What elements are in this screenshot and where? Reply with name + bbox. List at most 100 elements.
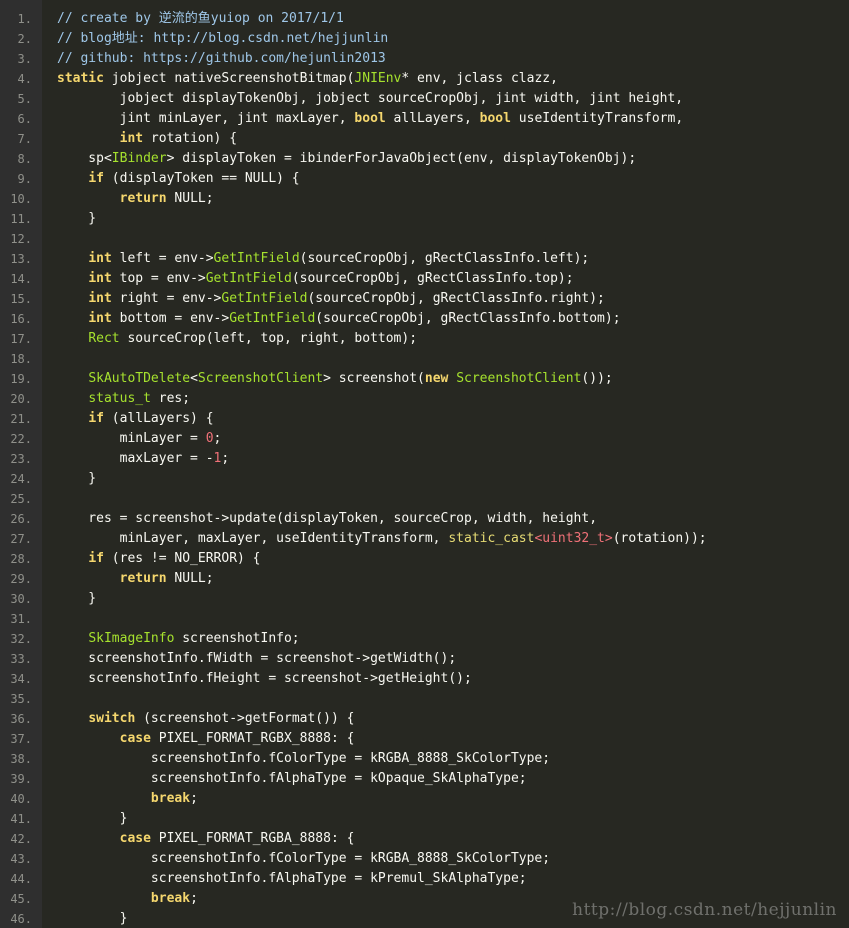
- code-token: ScreenshotClient: [197, 371, 324, 386]
- code-line: 15. int right = env->GetIntField(sourceC…: [0, 289, 849, 309]
- code-line: 1. // create by 逆流的鱼yuiop on 2017/1/1: [0, 9, 849, 29]
- code-token: NULL;: [166, 191, 214, 206]
- code-text: maxLayer = -1;: [57, 449, 230, 469]
- code-token: (sourceCropObj, gRectClassInfo.right);: [307, 291, 605, 306]
- code-token: minLayer, maxLayer, useIdentityTransform…: [57, 531, 449, 546]
- line-number: 44.: [10, 872, 32, 886]
- code-token: JNIEnv: [354, 71, 402, 86]
- line-number: 28.: [10, 552, 32, 566]
- code-line: 36. switch (screenshot->getFormat()) {: [0, 709, 849, 729]
- code-token: static: [57, 71, 104, 86]
- code-text: if (res != NO_ERROR) {: [57, 549, 260, 569]
- code-line: 24. }: [0, 469, 849, 489]
- code-token: case: [119, 831, 151, 846]
- code-text: minLayer, maxLayer, useIdentityTransform…: [57, 529, 707, 549]
- code-token: top = env->: [111, 271, 206, 286]
- code-token: bottom = env->: [111, 311, 230, 326]
- code-token: // blog地址: http://blog.csdn.net/hejjunli…: [57, 31, 389, 46]
- line-number: 27.: [10, 532, 32, 546]
- line-number: 40.: [10, 792, 32, 806]
- code-token: (screenshot->getFormat()) {: [135, 711, 355, 726]
- code-line: 26. res = screenshot->update(displayToke…: [0, 509, 849, 529]
- line-number: 34.: [10, 672, 32, 686]
- code-token: int: [119, 131, 144, 146]
- code-text: int top = env->GetIntField(sourceCropObj…: [57, 269, 574, 289]
- code-text: }: [57, 589, 96, 609]
- code-text: SkImageInfo screenshotInfo;: [57, 629, 299, 649]
- code-line: 32. SkImageInfo screenshotInfo;: [0, 629, 849, 649]
- code-token: screenshotInfo.fWidth = screenshot->getW…: [57, 651, 457, 666]
- code-text: screenshotInfo.fColorType = kRGBA_8888_S…: [57, 749, 550, 769]
- line-number: 16.: [10, 312, 32, 326]
- code-token: 0: [205, 431, 214, 446]
- line-number: 29.: [10, 572, 32, 586]
- code-line: 30. }: [0, 589, 849, 609]
- code-token: }: [57, 591, 97, 606]
- line-number: 39.: [10, 772, 32, 786]
- code-token: jint minLayer, jint maxLayer,: [57, 111, 355, 126]
- code-token: status_t: [88, 391, 151, 406]
- code-token: ;: [221, 451, 230, 466]
- code-token: int: [88, 291, 112, 306]
- code-line: 29. return NULL;: [0, 569, 849, 589]
- line-number: 31.: [10, 612, 32, 626]
- code-line: 10. return NULL;: [0, 189, 849, 209]
- line-number: 35.: [10, 692, 32, 706]
- code-token: PIXEL_FORMAT_RGBX_8888: {: [150, 731, 355, 746]
- code-token: > screenshot(: [323, 371, 425, 386]
- code-text: screenshotInfo.fAlphaType = kPremul_SkAl…: [57, 869, 527, 889]
- code-text: status_t res;: [57, 389, 190, 409]
- code-text: if (allLayers) {: [57, 409, 213, 429]
- code-line: 21. if (allLayers) {: [0, 409, 849, 429]
- line-number: 8.: [17, 152, 32, 166]
- code-line: 44. screenshotInfo.fAlphaType = kPremul_…: [0, 869, 849, 889]
- code-token: // create by 逆流的鱼yuiop on 2017/1/1: [57, 11, 344, 26]
- code-text: // blog地址: http://blog.csdn.net/hejjunli…: [57, 29, 388, 49]
- code-token: int: [88, 311, 112, 326]
- line-number: 43.: [10, 852, 32, 866]
- line-number: 12.: [10, 232, 32, 246]
- line-number: 5.: [17, 92, 32, 106]
- code-token: screenshotInfo.fColorType = kRGBA_8888_S…: [57, 751, 551, 766]
- code-text: // create by 逆流的鱼yuiop on 2017/1/1: [57, 9, 344, 29]
- code-token: int: [88, 271, 112, 286]
- code-token: GetIntField: [221, 291, 308, 306]
- code-line: 39. screenshotInfo.fAlphaType = kOpaque_…: [0, 769, 849, 789]
- code-line: 42. case PIXEL_FORMAT_RGBA_8888: {: [0, 829, 849, 849]
- code-line: 4. static jobject nativeScreenshotBitmap(…: [0, 69, 849, 89]
- code-token: PIXEL_FORMAT_RGBA_8888: {: [150, 831, 355, 846]
- code-text: Rect sourceCrop(left, top, right, bottom…: [57, 329, 417, 349]
- code-token: Rect: [88, 331, 120, 346]
- line-number: 13.: [10, 252, 32, 266]
- code-token: * env, jclass clazz,: [401, 71, 558, 86]
- code-token: GetIntField: [205, 271, 292, 286]
- code-text: int rotation) {: [57, 129, 237, 149]
- code-line: 43. screenshotInfo.fColorType = kRGBA_88…: [0, 849, 849, 869]
- line-number: 18.: [10, 352, 32, 366]
- code-token: (sourceCropObj, gRectClassInfo.top);: [291, 271, 574, 286]
- code-token: case: [119, 731, 151, 746]
- code-line: 20. status_t res;: [0, 389, 849, 409]
- code-token: bool: [354, 111, 386, 126]
- line-number: 46.: [10, 912, 32, 926]
- code-line: 28. if (res != NO_ERROR) {: [0, 549, 849, 569]
- watermark: http://blog.csdn.net/hejjunlin: [572, 900, 837, 920]
- line-number: 20.: [10, 392, 32, 406]
- code-token: <: [190, 371, 198, 386]
- code-token: (rotation));: [612, 531, 707, 546]
- line-number: 22.: [10, 432, 32, 446]
- code-line: 22. minLayer = 0;: [0, 429, 849, 449]
- code-line: 5. jobject displayTokenObj, jobject sour…: [0, 89, 849, 109]
